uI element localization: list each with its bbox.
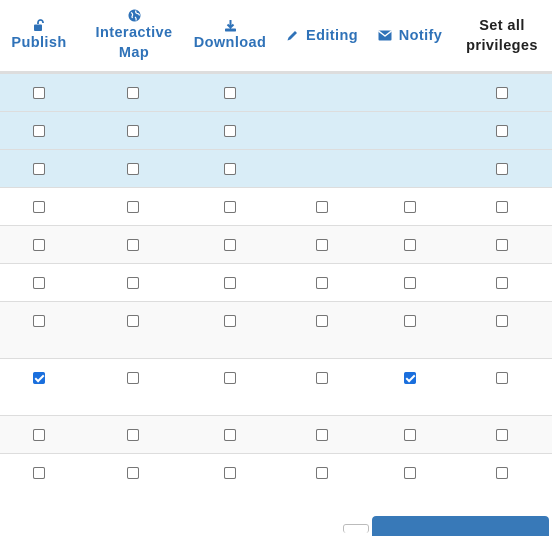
pencil-icon	[286, 29, 299, 42]
privilege-checkbox-interactive-map[interactable]	[127, 372, 139, 384]
privilege-checkbox-publish[interactable]	[33, 315, 45, 327]
privilege-checkbox-interactive-map[interactable]	[127, 277, 139, 289]
privilege-checkbox-interactive-map[interactable]	[127, 239, 139, 251]
privilege-checkbox-set-all[interactable]	[496, 201, 508, 213]
privilege-checkbox-download[interactable]	[224, 163, 236, 175]
table-row	[0, 453, 552, 491]
privilege-checkbox-set-all[interactable]	[496, 277, 508, 289]
column-label-interactive-map-line2: Map	[118, 44, 150, 61]
column-label-set-all-line1: Set all	[479, 17, 525, 34]
privilege-checkbox-notify[interactable]	[404, 467, 416, 479]
privilege-checkbox-editing[interactable]	[316, 372, 328, 384]
download-icon	[224, 19, 237, 33]
table-row	[0, 187, 552, 225]
column-header-editing[interactable]: Editing	[280, 0, 364, 71]
privilege-checkbox-publish[interactable]	[33, 372, 45, 384]
privilege-checkbox-download[interactable]	[224, 239, 236, 251]
privilege-checkbox-notify[interactable]	[404, 201, 416, 213]
footer-primary-button[interactable]	[372, 516, 549, 536]
privilege-checkbox-set-all[interactable]	[496, 87, 508, 99]
privilege-checkbox-download[interactable]	[224, 372, 236, 384]
privilege-checkbox-publish[interactable]	[33, 467, 45, 479]
table-row	[0, 415, 552, 453]
privilege-checkbox-publish[interactable]	[33, 125, 45, 137]
table-row	[0, 225, 552, 263]
privilege-checkbox-set-all[interactable]	[496, 467, 508, 479]
privilege-checkbox-publish[interactable]	[33, 277, 45, 289]
column-header-download[interactable]: Download	[186, 0, 274, 71]
unlock-icon	[33, 18, 45, 33]
privilege-checkbox-set-all[interactable]	[496, 372, 508, 384]
privilege-checkbox-publish[interactable]	[33, 239, 45, 251]
privilege-checkbox-interactive-map[interactable]	[127, 163, 139, 175]
privileges-table-header: Publish Interactive Map Download Editing…	[0, 0, 552, 73]
privilege-checkbox-publish[interactable]	[33, 201, 45, 213]
privilege-checkbox-notify[interactable]	[404, 277, 416, 289]
privilege-checkbox-interactive-map[interactable]	[127, 125, 139, 137]
globe-icon	[128, 9, 141, 23]
privilege-checkbox-interactive-map[interactable]	[127, 201, 139, 213]
column-header-publish[interactable]: Publish	[0, 0, 78, 71]
column-header-interactive-map[interactable]: Interactive Map	[88, 0, 180, 71]
table-row	[0, 301, 552, 358]
privilege-checkbox-notify[interactable]	[404, 429, 416, 441]
privilege-checkbox-set-all[interactable]	[496, 315, 508, 327]
footer-checkbox[interactable]	[343, 524, 369, 533]
column-header-set-all-privileges[interactable]: Set all privileges	[456, 0, 548, 71]
privilege-checkbox-download[interactable]	[224, 315, 236, 327]
privilege-checkbox-download[interactable]	[224, 277, 236, 289]
privilege-checkbox-interactive-map[interactable]	[127, 315, 139, 327]
privilege-checkbox-editing[interactable]	[316, 467, 328, 479]
privilege-checkbox-interactive-map[interactable]	[127, 87, 139, 99]
column-label-editing: Editing	[306, 27, 358, 44]
privilege-checkbox-editing[interactable]	[316, 201, 328, 213]
column-label-download: Download	[193, 34, 267, 51]
privilege-checkbox-set-all[interactable]	[496, 239, 508, 251]
privilege-checkbox-editing[interactable]	[316, 429, 328, 441]
privilege-checkbox-interactive-map[interactable]	[127, 467, 139, 479]
privilege-checkbox-set-all[interactable]	[496, 125, 508, 137]
privilege-checkbox-notify[interactable]	[404, 315, 416, 327]
column-label-set-all-line2: privileges	[466, 37, 538, 54]
table-row	[0, 73, 552, 111]
column-label-interactive-map-line1: Interactive	[95, 24, 173, 41]
envelope-icon	[378, 30, 392, 41]
privilege-checkbox-interactive-map[interactable]	[127, 429, 139, 441]
privilege-checkbox-notify[interactable]	[404, 372, 416, 384]
privilege-checkbox-download[interactable]	[224, 201, 236, 213]
privilege-checkbox-publish[interactable]	[33, 429, 45, 441]
table-row	[0, 111, 552, 149]
column-label-notify: Notify	[398, 27, 443, 44]
privilege-checkbox-publish[interactable]	[33, 163, 45, 175]
privilege-checkbox-download[interactable]	[224, 87, 236, 99]
table-row	[0, 263, 552, 301]
privilege-checkbox-download[interactable]	[224, 429, 236, 441]
privilege-checkbox-editing[interactable]	[316, 277, 328, 289]
privilege-checkbox-publish[interactable]	[33, 87, 45, 99]
column-label-publish: Publish	[11, 34, 67, 51]
privilege-checkbox-notify[interactable]	[404, 239, 416, 251]
privilege-checkbox-download[interactable]	[224, 467, 236, 479]
privilege-checkbox-editing[interactable]	[316, 239, 328, 251]
table-row	[0, 149, 552, 187]
column-header-notify[interactable]: Notify	[370, 0, 450, 71]
table-row	[0, 358, 552, 415]
privilege-checkbox-set-all[interactable]	[496, 429, 508, 441]
privilege-checkbox-editing[interactable]	[316, 315, 328, 327]
privilege-checkbox-download[interactable]	[224, 125, 236, 137]
privilege-checkbox-set-all[interactable]	[496, 163, 508, 175]
